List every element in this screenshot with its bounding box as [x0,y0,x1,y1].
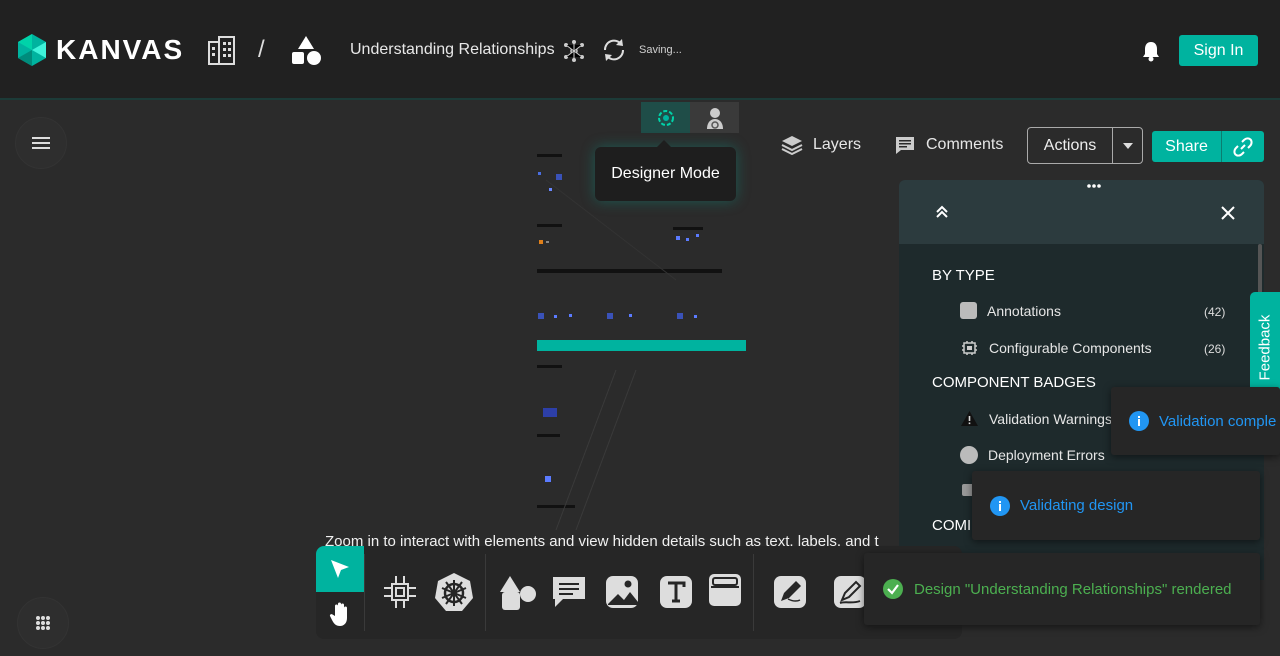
filter-label: Configurable Components [989,340,1152,356]
filter-deployment-errors[interactable]: Deployment Errors [960,446,1105,464]
link-icon [1233,136,1253,157]
error-icon [960,446,978,464]
apps-grid-icon [36,616,50,630]
layers-label: Layers [813,136,862,153]
dock-separator [485,554,486,631]
shapes-icon [500,576,536,610]
kubernetes-tool[interactable] [432,570,476,614]
filter-label: Deployment Errors [988,447,1105,463]
image-tool[interactable] [600,570,644,614]
section-icon [709,574,741,606]
mode-switcher [641,102,746,133]
filter-validation-warnings[interactable]: Validation Warnings [960,410,1112,427]
dock-separator [364,554,365,631]
component-tool[interactable] [378,570,422,614]
toast-validation-complete[interactable]: Validation comple [1111,387,1280,455]
info-icon [1129,411,1149,431]
annotations-count: (42) [1204,305,1226,319]
layers-icon [781,136,803,155]
component-icon [384,576,416,608]
relationships-icon[interactable] [563,40,585,62]
comment-icon [553,577,585,607]
filter-label: Annotations [987,302,1061,319]
collapse-up-icon[interactable] [934,204,950,220]
comments-label: Comments [926,136,1004,153]
design-shapes-icon[interactable] [290,34,322,66]
toast-message: Design "Understanding Relationships" ren… [914,580,1232,598]
operator-mode-tab[interactable] [690,102,739,133]
panel-header [899,180,1264,244]
text-tool[interactable] [654,570,698,614]
filter-configurable-components[interactable]: Configurable Components [960,339,1152,357]
dock-separator [753,554,754,631]
close-icon[interactable] [1220,205,1236,221]
copy-link-button[interactable] [1222,131,1264,162]
notifications-bell-icon[interactable] [1141,40,1161,62]
save-status: Saving... [639,44,682,56]
toast-validating[interactable]: Validating design [972,471,1260,540]
image-icon [606,576,638,608]
pan-tool[interactable] [316,592,364,638]
hand-icon [329,602,347,626]
info-icon [990,495,1010,516]
comments-button[interactable]: Comments [894,135,1003,155]
filter-annotations[interactable]: Annotations [960,302,1061,319]
kanvas-logo-icon [18,34,46,66]
success-check-icon [883,579,903,599]
apps-button[interactable] [17,597,69,649]
designer-mode-icon [657,109,674,126]
breadcrumb-separator: / [258,36,265,63]
actions-caret-button[interactable] [1113,128,1142,163]
component-icon [962,341,977,355]
third-section-heading: COMI [932,517,972,534]
menu-button[interactable] [15,117,67,169]
drag-handle-icon[interactable] [1086,183,1102,189]
pointer-icon [331,560,349,578]
app-name: KANVAS [56,34,185,65]
pen-icon [774,576,806,608]
feedback-label: Feedback [1256,314,1274,380]
hamburger-icon [32,137,50,149]
component-badges-heading: COMPONENT BADGES [932,374,1096,391]
shapes-tool[interactable] [496,570,540,614]
feedback-tab[interactable]: Feedback [1250,292,1280,402]
operator-mode-icon [706,107,723,129]
pen-tool[interactable] [768,570,812,614]
organization-icon[interactable] [206,34,238,66]
warning-icon [961,411,978,426]
sync-icon[interactable] [601,37,627,63]
select-tool[interactable] [316,546,364,592]
toast-rendered[interactable]: Design "Understanding Relationships" ren… [864,553,1260,625]
comment-tool[interactable] [547,570,591,614]
comment-icon [896,137,914,154]
top-bar: KANVAS / Understanding Relationships Sav… [0,0,1280,100]
toast-message: Validating design [1020,497,1134,514]
design-diagram[interactable] [536,150,748,545]
actions-button[interactable]: Actions [1028,128,1113,163]
components-count: (26) [1204,342,1226,356]
designer-mode-tab[interactable] [641,102,690,133]
actions-dropdown[interactable]: Actions [1027,127,1143,164]
toast-message: Validation comple [1159,412,1277,430]
layers-button[interactable]: Layers [781,135,861,155]
sign-in-button[interactable]: Sign In [1179,35,1258,66]
design-title[interactable]: Understanding Relationships [350,41,555,59]
share-group: Share [1152,131,1264,162]
text-icon [660,576,692,608]
share-button[interactable]: Share [1152,131,1222,162]
filter-label: Validation Warnings [989,410,1112,427]
annotation-icon [960,302,977,319]
kubernetes-icon [435,573,473,611]
by-type-heading: BY TYPE [932,267,995,284]
freehand-icon [834,576,866,608]
section-tool[interactable] [703,568,747,612]
kanvas-logo[interactable]: KANVAS [16,33,184,67]
chevron-down-icon [1122,142,1133,149]
